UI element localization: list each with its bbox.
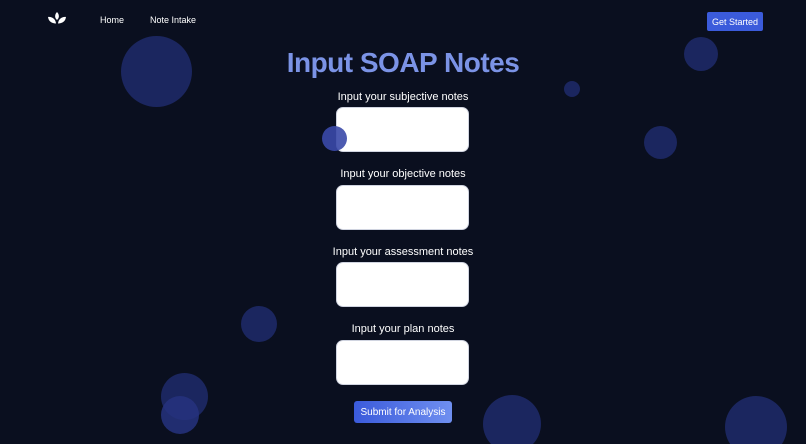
page-title: Input SOAP Notes <box>286 47 520 78</box>
decorative-bubble <box>483 395 541 444</box>
submit-for-analysis-button[interactable]: Submit for Analysis <box>354 401 452 423</box>
top-nav: Home Note Intake Get Started <box>0 0 806 42</box>
page: Home Note Intake Get Started Input SOAP … <box>0 0 806 444</box>
leaf-icon[interactable] <box>47 11 67 27</box>
objective-label: Input your objective notes <box>340 168 466 180</box>
plan-notes-input[interactable] <box>336 340 469 385</box>
decorative-bubble <box>322 126 347 151</box>
nav-note-intake-link[interactable]: Note Intake <box>150 15 196 25</box>
decorative-bubble <box>161 396 199 434</box>
objective-notes-input[interactable] <box>336 185 469 230</box>
get-started-button[interactable]: Get Started <box>707 12 763 31</box>
subjective-notes-input[interactable] <box>336 107 469 152</box>
assessment-notes-input[interactable] <box>336 262 469 307</box>
nav-home-link[interactable]: Home <box>100 15 124 25</box>
decorative-bubble <box>725 396 787 444</box>
decorative-bubble <box>644 126 677 159</box>
plan-label: Input your plan notes <box>351 323 455 335</box>
subjective-label: Input your subjective notes <box>337 91 469 103</box>
assessment-label: Input your assessment notes <box>332 246 474 258</box>
